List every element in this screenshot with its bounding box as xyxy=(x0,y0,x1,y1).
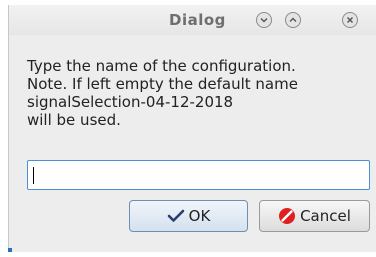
ok-label: OK xyxy=(188,207,211,225)
chevron-up-icon xyxy=(289,17,297,22)
checkmark-icon xyxy=(167,209,185,223)
maximize-button[interactable] xyxy=(285,12,301,28)
cancel-label: Cancel xyxy=(300,207,351,225)
message-line: signalSelection-04-12-2018 xyxy=(27,93,234,111)
window-title: Dialog xyxy=(169,11,226,29)
minimize-button[interactable] xyxy=(256,12,272,28)
dialog-window: Dialog Type the name of the configuratio… xyxy=(8,5,376,252)
text-caret xyxy=(33,167,34,184)
close-icon xyxy=(347,17,353,23)
chevron-down-icon xyxy=(260,18,268,23)
ok-button[interactable]: OK xyxy=(129,200,248,232)
dialog-message: Type the name of the configuration. Note… xyxy=(27,57,298,129)
window-edge-marker xyxy=(8,248,12,252)
cancel-button[interactable]: Cancel xyxy=(259,200,370,232)
message-line: Type the name of the configuration. xyxy=(27,57,296,75)
message-line: will be used. xyxy=(27,111,121,129)
close-button[interactable] xyxy=(342,12,358,28)
title-bar[interactable]: Dialog xyxy=(9,5,376,35)
message-line: Note. If left empty the default name xyxy=(27,75,298,93)
configuration-name-input[interactable] xyxy=(27,160,370,190)
cancel-icon xyxy=(278,207,296,225)
